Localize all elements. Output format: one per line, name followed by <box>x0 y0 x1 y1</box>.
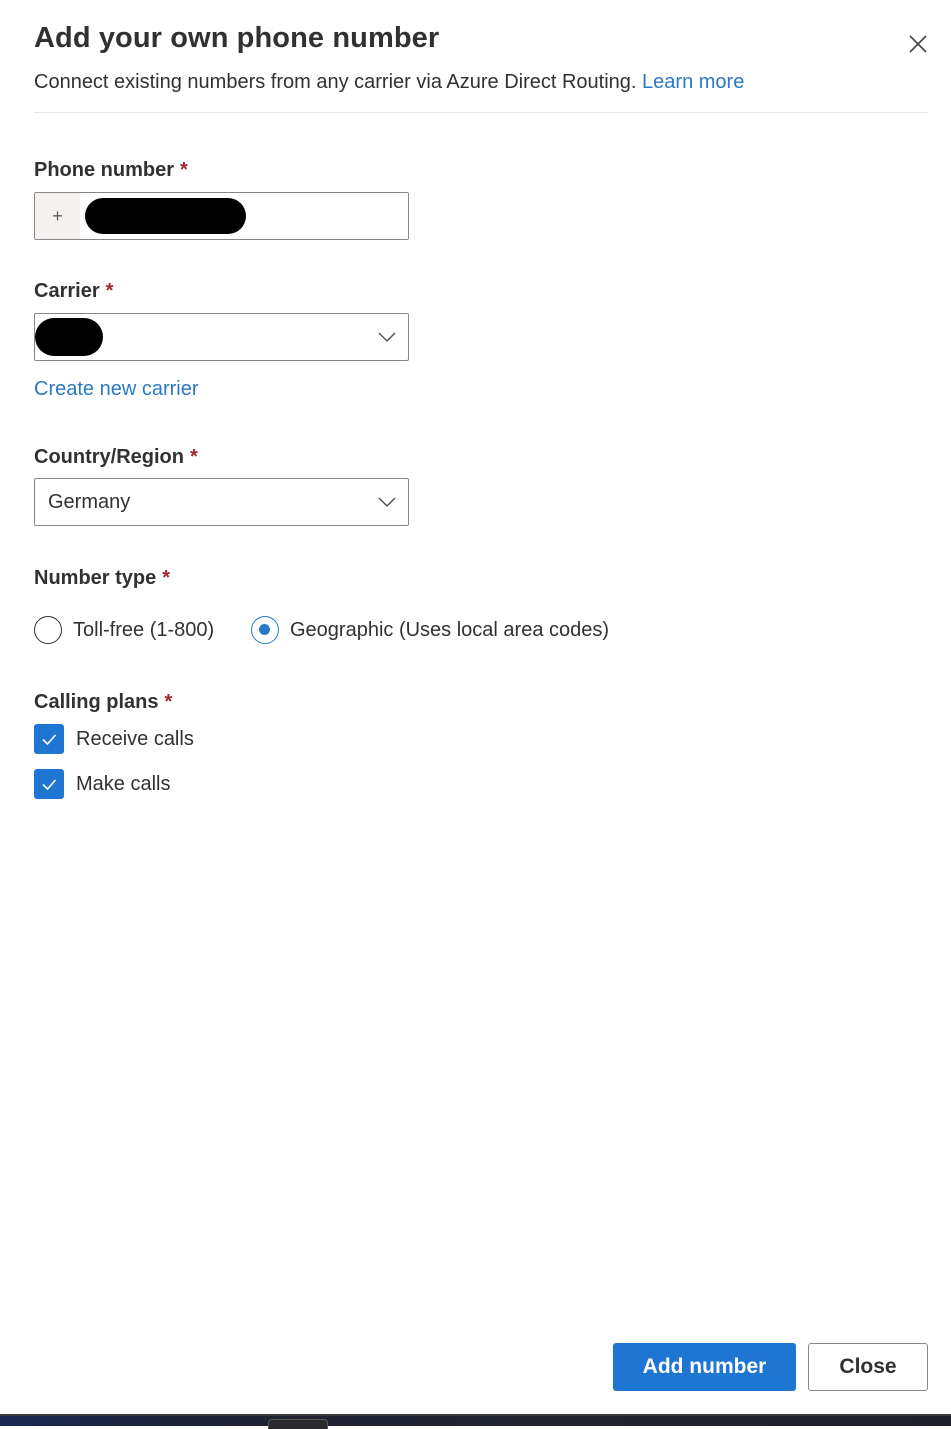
header-divider <box>34 112 928 113</box>
create-new-carrier-link[interactable]: Create new carrier <box>34 378 199 401</box>
country-value: Germany <box>48 491 131 513</box>
dialog-subtitle: Connect existing numbers from any carrie… <box>34 71 744 94</box>
dialog-title: Add your own phone number <box>34 22 440 54</box>
chevron-down-icon <box>378 497 396 507</box>
required-mark: * <box>190 446 198 468</box>
country-label: Country/Region * <box>34 446 198 469</box>
required-mark: * <box>180 159 188 181</box>
add-number-button[interactable]: Add number <box>613 1343 796 1391</box>
subtitle-text: Connect existing numbers from any carrie… <box>34 71 637 93</box>
checkbox-make-calls[interactable]: Make calls <box>34 769 170 799</box>
radio-geographic[interactable]: Geographic (Uses local area codes) <box>251 616 609 644</box>
radio-unselected-icon[interactable] <box>34 616 62 644</box>
chevron-down-icon <box>378 332 396 342</box>
taskbar <box>0 1414 951 1429</box>
required-mark: * <box>162 567 171 589</box>
number-type-label-text: Number type <box>34 567 157 589</box>
phone-number-input[interactable]: + <box>34 192 409 240</box>
taskbar-item[interactable] <box>268 1419 328 1429</box>
close-icon[interactable] <box>905 31 931 57</box>
calling-plans-label-text: Calling plans <box>34 691 159 713</box>
carrier-label: Carrier * <box>34 280 113 303</box>
phone-prefix: + <box>35 193 80 239</box>
checkbox-label: Receive calls <box>76 727 194 750</box>
number-type-label: Number type * <box>34 567 170 590</box>
checkmark-icon[interactable] <box>34 769 64 799</box>
learn-more-link[interactable]: Learn more <box>642 71 744 93</box>
checkbox-label: Make calls <box>76 772 171 795</box>
radio-label: Geographic (Uses local area codes) <box>290 618 610 641</box>
radio-label: Toll-free (1-800) <box>73 618 215 641</box>
required-mark: * <box>105 280 114 302</box>
country-select[interactable]: Germany <box>34 478 409 526</box>
required-mark: * <box>164 691 173 713</box>
redacted-phone-value <box>85 198 246 234</box>
phone-number-label: Phone number * <box>34 159 188 182</box>
redacted-carrier-value <box>35 318 103 356</box>
carrier-label-text: Carrier <box>34 280 100 302</box>
carrier-select[interactable] <box>34 313 409 361</box>
country-label-text: Country/Region <box>34 446 184 468</box>
close-button[interactable]: Close <box>808 1343 928 1391</box>
radio-selected-icon[interactable] <box>251 616 279 644</box>
checkbox-receive-calls[interactable]: Receive calls <box>34 724 194 754</box>
calling-plans-label: Calling plans * <box>34 691 172 714</box>
phone-number-label-text: Phone number <box>34 159 175 181</box>
radio-toll-free[interactable]: Toll-free (1-800) <box>34 616 214 644</box>
checkmark-icon[interactable] <box>34 724 64 754</box>
